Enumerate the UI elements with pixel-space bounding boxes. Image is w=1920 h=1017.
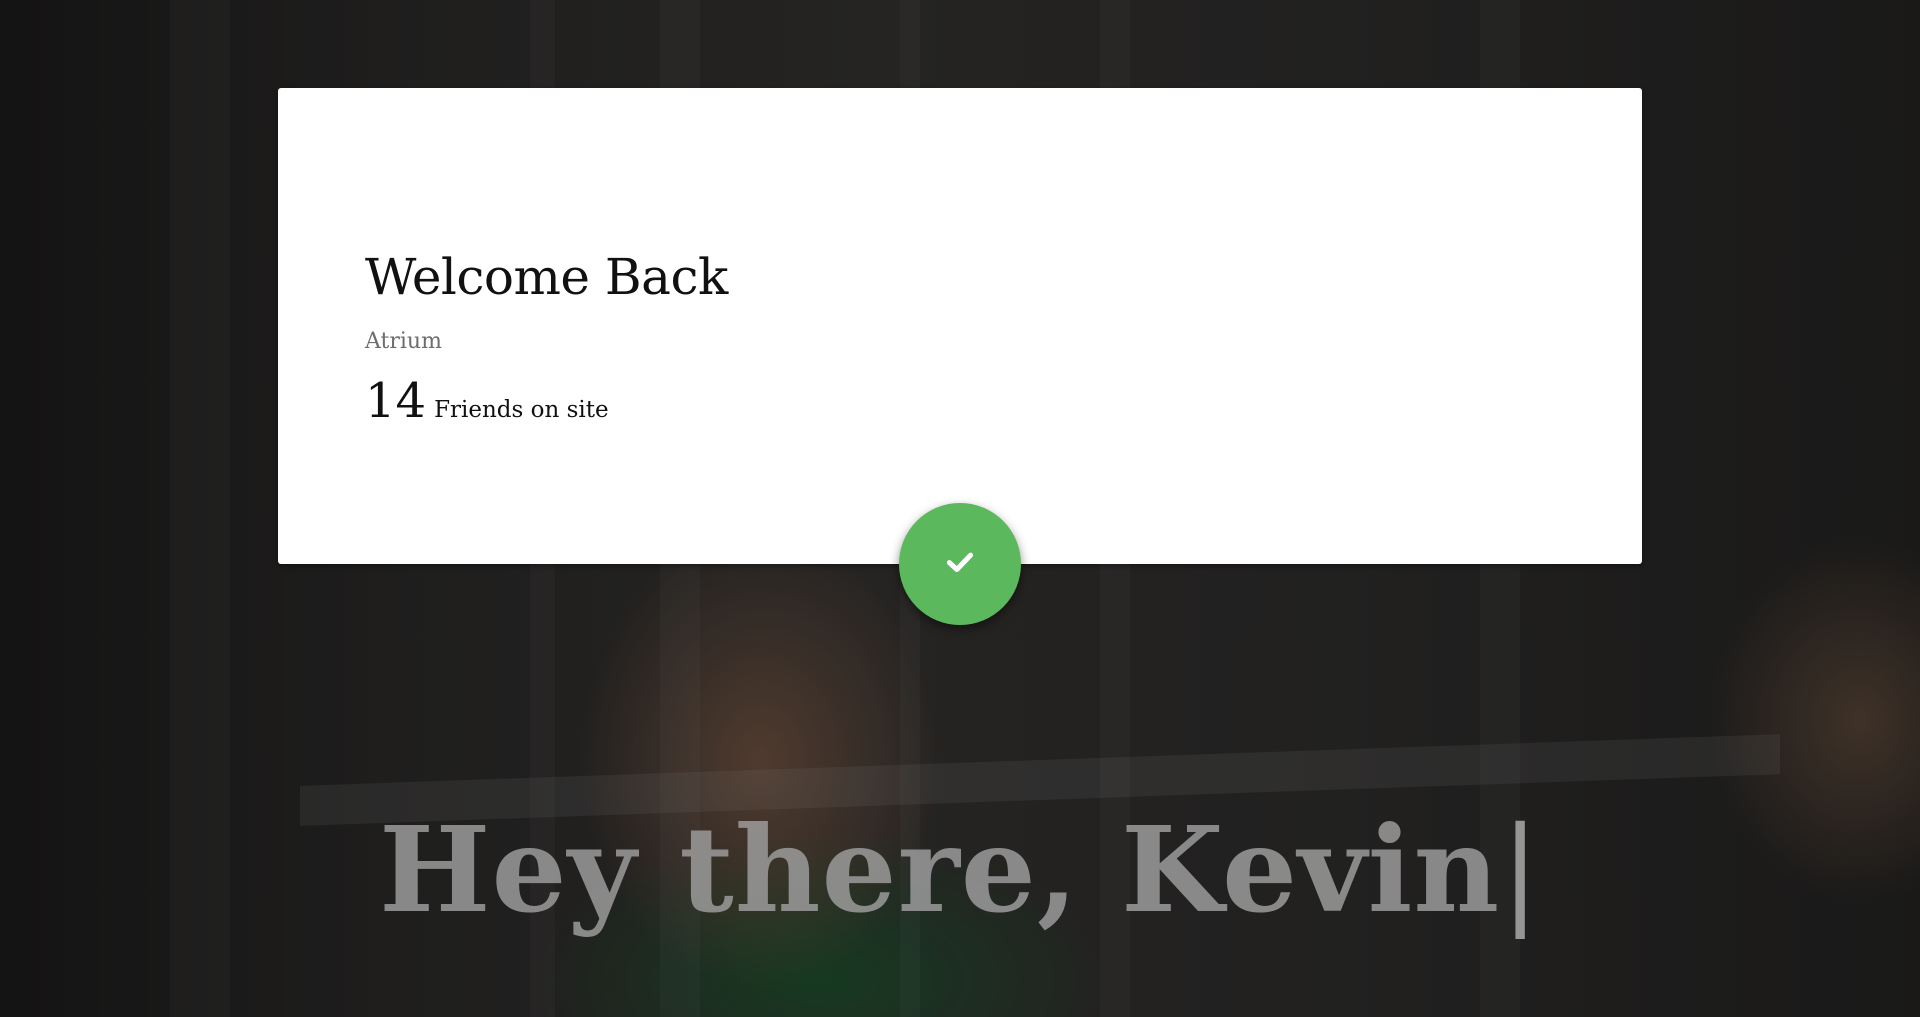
greeting-name: Hey there, Kevin [379, 800, 1501, 939]
text-cursor: | [1500, 801, 1541, 939]
checkmark-icon [945, 547, 975, 581]
confirm-button[interactable] [899, 503, 1021, 625]
friends-label: Friends on site [434, 397, 609, 423]
welcome-title: Welcome Back [365, 248, 728, 306]
friends-count: 14 [365, 373, 427, 429]
greeting-text: Hey there, Kevin| [0, 800, 1920, 939]
location-label: Atrium [365, 329, 442, 354]
friends-stat: 14 Friends on site [365, 373, 609, 429]
welcome-card: Welcome Back Atrium 14 Friends on site [278, 88, 1642, 564]
